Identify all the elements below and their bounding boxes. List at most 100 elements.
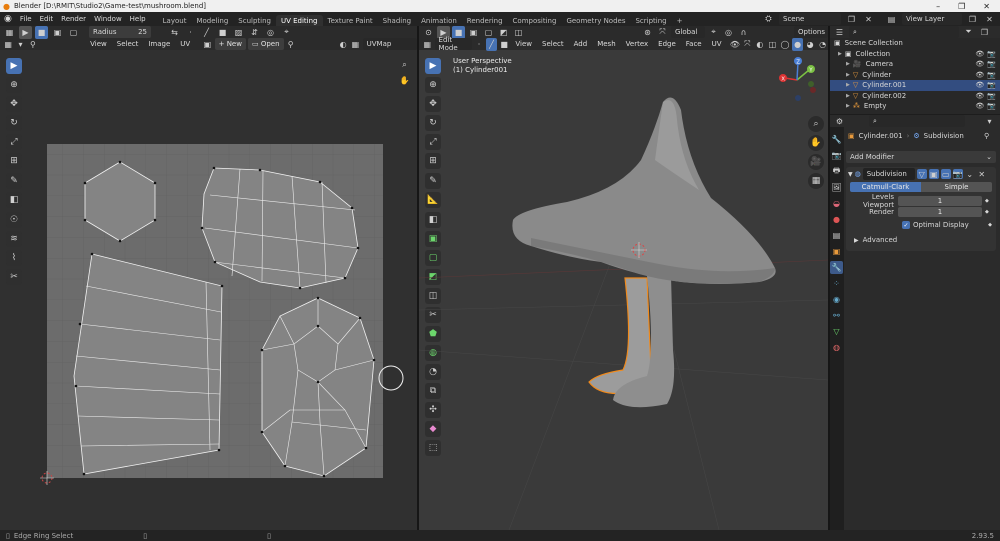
tab-rendering[interactable]: Rendering — [462, 15, 508, 26]
pin-image-icon[interactable]: ⚲ — [286, 38, 296, 51]
optimal-keyframe-dot-icon[interactable]: ◆ — [988, 222, 992, 228]
cage-toggle-icon[interactable]: ▣ — [928, 169, 939, 179]
sticky-select-icon[interactable]: ⇵ — [248, 26, 261, 39]
tab-texture-paint[interactable]: Texture Paint — [323, 15, 378, 26]
render-levels-field[interactable]: 1 — [898, 207, 982, 217]
remove-modifier-icon[interactable]: ✕ — [977, 168, 987, 181]
render-toggle-icon[interactable]: 📷 — [952, 169, 963, 179]
tab-uv-editing[interactable]: UV Editing — [275, 15, 323, 26]
uvmap-icon[interactable]: ▦ — [350, 38, 360, 51]
tab-scripting[interactable]: Scripting — [630, 15, 671, 26]
visibility-icon[interactable]: 👁 — [730, 38, 741, 51]
expand-arrow-icon[interactable]: ▶ — [838, 51, 842, 57]
menu-edit[interactable]: Edit — [36, 15, 58, 23]
world-tab-icon[interactable]: ● — [830, 213, 843, 226]
open-image-button[interactable]: ▭ Open — [247, 38, 284, 50]
edit-mode-icon[interactable]: ▦ — [422, 38, 433, 51]
outliner-item[interactable]: ▶ ▣ Collection 👁 📷 — [830, 49, 1000, 60]
vertex-select-icon[interactable]: · — [474, 38, 485, 51]
optimal-display-checkbox[interactable]: ✓ — [902, 221, 910, 229]
orientation-selector[interactable]: Global — [671, 26, 705, 38]
uv-island-mode-icon[interactable]: ▨ — [232, 26, 245, 39]
simple-option[interactable]: Simple — [921, 182, 992, 192]
select-mode-subtract-icon[interactable]: ▢ — [67, 26, 80, 39]
vp-menu-vertex[interactable]: Vertex — [622, 40, 653, 48]
vp-menu-add[interactable]: Add — [570, 40, 592, 48]
uv-vertex-mode-icon[interactable]: · — [184, 26, 197, 39]
menu-help[interactable]: Help — [126, 15, 150, 23]
visibility-eye-icon[interactable]: 👁 — [975, 102, 984, 110]
outliner-search-field[interactable]: ⌕ — [849, 26, 959, 38]
tab-shading[interactable]: Shading — [378, 15, 416, 26]
outliner-item[interactable]: ▶ ⁂ Empty 👁 📷 — [830, 101, 1000, 112]
overlay-icon[interactable]: ◐ — [755, 38, 766, 51]
uv-overlay-icon[interactable]: ◐ — [338, 38, 348, 51]
view-layer-tab-icon[interactable]: 🖼 — [830, 181, 843, 194]
delete-view-layer-icon[interactable]: ✕ — [983, 13, 996, 26]
constraints-tab-icon[interactable]: ⚯ — [830, 309, 843, 322]
image-browse-icon[interactable]: ▣ — [202, 38, 212, 51]
vp-menu-view[interactable]: View — [511, 40, 536, 48]
view-layer-selector[interactable]: View Layer — [902, 13, 962, 25]
menu-render[interactable]: Render — [57, 15, 90, 23]
expand-arrow-icon[interactable]: ▶ — [846, 72, 850, 78]
advanced-subpanel[interactable]: ▶ Advanced — [846, 235, 996, 245]
physics-tab-icon[interactable]: ◉ — [830, 293, 843, 306]
add-workspace-button[interactable]: + — [672, 15, 688, 26]
output-tab-icon[interactable]: 🖶 — [830, 165, 843, 178]
tool-tab-icon[interactable]: 🔧 — [830, 133, 843, 146]
render-visibility-icon[interactable]: 📷 — [987, 102, 996, 110]
vp-menu-uv[interactable]: UV — [708, 40, 726, 48]
outliner-item[interactable]: ▶ ▽ Cylinder 👁 📷 — [830, 70, 1000, 81]
pin-icon[interactable]: ⚲ — [984, 132, 989, 140]
vp-menu-face[interactable]: Face — [682, 40, 706, 48]
brush-radius-field[interactable]: Radius 25 — [89, 26, 151, 38]
modifier-tab-icon[interactable]: 🔧 — [830, 261, 843, 274]
render-tab-icon[interactable]: 📷 — [830, 149, 843, 162]
gizmo-toggle-icon[interactable]: ⤧ — [742, 38, 753, 51]
expand-arrow-icon[interactable]: ▶ — [846, 61, 850, 67]
render-visibility-icon[interactable]: 📷 — [987, 60, 996, 68]
new-scene-icon[interactable]: ❐ — [845, 13, 858, 26]
render-visibility-icon[interactable]: 📷 — [987, 50, 996, 58]
vp-menu-edge[interactable]: Edge — [654, 40, 680, 48]
collection-tab-icon[interactable]: ▤ — [830, 229, 843, 242]
expand-arrow-icon[interactable]: ▶ — [846, 103, 850, 109]
uv-menu-uv[interactable]: UV — [176, 40, 194, 48]
uv-pin-icon[interactable]: ⚲ — [28, 38, 38, 51]
uv-mode-icon[interactable]: ▾ — [15, 38, 25, 51]
uv-face-mode-icon[interactable]: ■ — [216, 26, 229, 39]
vp-select-intersect-icon[interactable]: ◫ — [512, 26, 525, 39]
outliner-item[interactable]: ▶ 🎥 Camera 👁 📷 — [830, 59, 1000, 70]
particles-tab-icon[interactable]: ⁘ — [830, 277, 843, 290]
tab-compositing[interactable]: Compositing — [508, 15, 562, 26]
material-shading-icon[interactable]: ◕ — [805, 38, 816, 51]
properties-options-icon[interactable]: ▾ — [983, 115, 996, 128]
render-visibility-icon[interactable]: 📷 — [987, 92, 996, 100]
view-layer-icon[interactable]: ▤ — [885, 13, 898, 26]
minimize-button[interactable]: – — [936, 2, 940, 11]
visibility-eye-icon[interactable]: 👁 — [975, 50, 984, 58]
new-view-layer-icon[interactable]: ❐ — [966, 13, 979, 26]
scene-selector[interactable]: Scene — [779, 13, 841, 25]
xray-icon[interactable]: ◫ — [767, 38, 778, 51]
close-button[interactable]: ✕ — [983, 2, 990, 11]
tab-geometry-nodes[interactable]: Geometry Nodes — [561, 15, 630, 26]
menu-window[interactable]: Window — [90, 15, 126, 23]
scene-icon[interactable]: ⛭ — [762, 13, 775, 26]
menu-file[interactable]: File — [16, 15, 36, 23]
visibility-eye-icon[interactable]: 👁 — [975, 92, 984, 100]
tab-animation[interactable]: Animation — [416, 15, 462, 26]
tab-sculpting[interactable]: Sculpting — [233, 15, 276, 26]
select-mode-extend-icon[interactable]: ▣ — [51, 26, 64, 39]
visibility-eye-icon[interactable]: 👁 — [975, 71, 984, 79]
uvmap-selector[interactable]: UVMap — [362, 38, 417, 50]
maximize-button[interactable]: ❐ — [958, 2, 965, 11]
uv-canvas[interactable] — [0, 50, 417, 530]
tab-layout[interactable]: Layout — [158, 15, 192, 26]
uv-menu-view[interactable]: View — [86, 40, 111, 48]
vp-menu-mesh[interactable]: Mesh — [593, 40, 619, 48]
render-visibility-icon[interactable]: 📷 — [987, 71, 996, 79]
blender-menu-icon[interactable]: ◉ — [4, 14, 12, 24]
outliner-editor-type-icon[interactable]: ☰ — [833, 26, 846, 39]
